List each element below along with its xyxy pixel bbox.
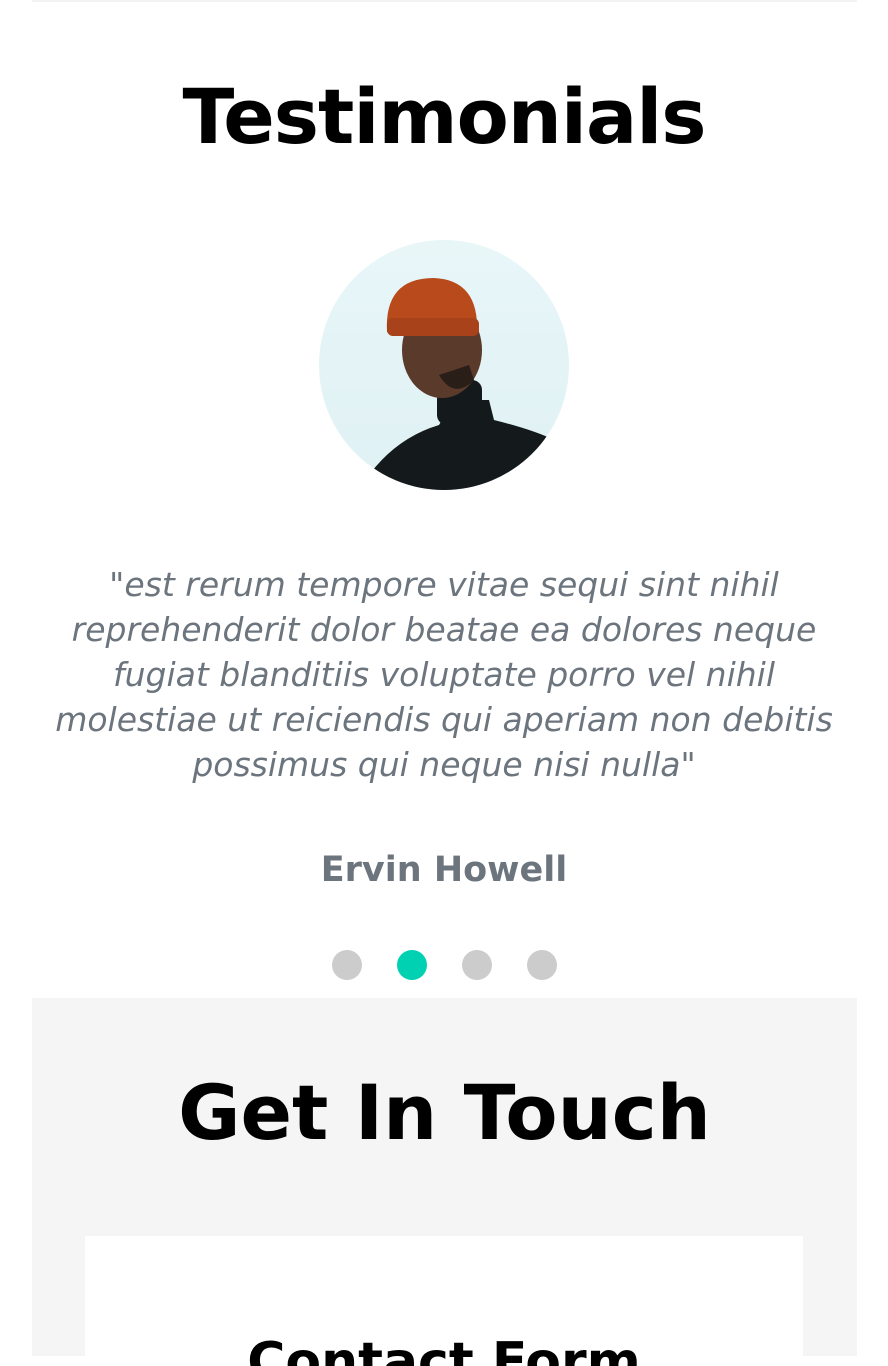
contact-title: Get In Touch — [178, 1068, 711, 1157]
carousel-dot-3[interactable] — [462, 950, 492, 980]
contact-section: Get In Touch Contact Form — [32, 998, 857, 1366]
carousel-dots — [332, 950, 557, 980]
testimonial-author: Ervin Howell — [320, 850, 568, 890]
testimonials-title: Testimonials — [182, 72, 706, 161]
carousel-dot-4[interactable] — [527, 950, 557, 980]
contact-form-card: Contact Form — [85, 1236, 803, 1366]
contact-form-title: Contact Form — [247, 1332, 641, 1366]
section-divider — [32, 0, 857, 2]
testimonial-avatar — [319, 240, 569, 490]
carousel-dot-1[interactable] — [332, 950, 362, 980]
testimonial-quote: "est rerum tempore vitae sequi sint nihi… — [55, 565, 833, 784]
carousel-dot-2[interactable] — [397, 950, 427, 980]
